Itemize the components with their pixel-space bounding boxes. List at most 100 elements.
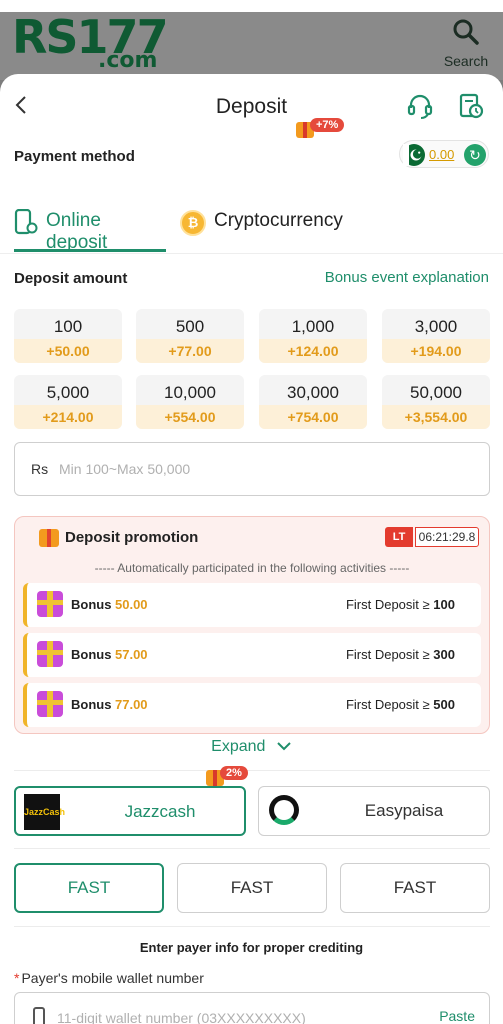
- gift-box-icon: [37, 691, 63, 717]
- deposit-promotion-panel: Deposit promotion LT 06:21:29.8 ----- Au…: [14, 516, 490, 734]
- promotion-rule: Bonus 77.00 First Deposit ≥ 500: [23, 683, 481, 727]
- clock-document-icon: [459, 93, 484, 119]
- promotion-title: Deposit promotion: [65, 529, 199, 546]
- bonus-explanation-link[interactable]: Bonus event explanation: [325, 269, 489, 286]
- tab-crypto-label: Cryptocurrency: [214, 210, 343, 231]
- refresh-icon[interactable]: ↻: [464, 144, 486, 166]
- balance-pill[interactable]: 0.00 ↻: [399, 140, 489, 168]
- amount-bonus: +554.00: [136, 405, 244, 429]
- payment-method-label: Payment method: [14, 148, 135, 165]
- bonus-label: Bonus: [71, 647, 112, 662]
- condition-threshold: 500: [433, 697, 455, 712]
- channel-easypaisa[interactable]: Easypaisa: [258, 786, 490, 836]
- rule-condition: First Deposit ≥ 500: [346, 697, 455, 712]
- phone-icon: [14, 209, 38, 235]
- amount-input[interactable]: [59, 457, 459, 481]
- currency-label: Rs: [31, 461, 49, 477]
- amount-bonus: +3,554.00: [382, 405, 490, 429]
- gift-icon: [39, 529, 59, 547]
- expand-button[interactable]: Expand: [0, 738, 503, 756]
- amount-option[interactable]: 30,000 +754.00: [259, 375, 367, 429]
- amount-bonus: +124.00: [259, 339, 367, 363]
- channel-name: Jazzcash: [124, 802, 196, 821]
- history-button[interactable]: [457, 92, 485, 120]
- condition-threshold: 100: [433, 597, 455, 612]
- amount-input-field[interactable]: Rs: [14, 442, 490, 496]
- amount-bonus: +50.00: [14, 339, 122, 363]
- payer-info-title: Enter payer info for proper crediting: [139, 940, 364, 955]
- search-icon: [453, 19, 479, 45]
- amount-option[interactable]: 500 +77.00: [136, 309, 244, 363]
- bonus-value: 57.00: [115, 647, 148, 662]
- headset-icon: [407, 94, 433, 119]
- speed-option[interactable]: FAST: [340, 863, 490, 913]
- countdown-value: 06:21:29.8: [415, 527, 479, 547]
- jazzcash-bonus-percent: 2%: [220, 766, 248, 780]
- condition-text: First Deposit ≥: [345, 597, 430, 612]
- balance-amount: 0.00: [429, 147, 455, 162]
- paste-button[interactable]: Paste: [439, 1008, 475, 1024]
- amount-bonus: +194.00: [382, 339, 490, 363]
- logo-tld: .com: [98, 48, 158, 73]
- support-button[interactable]: [406, 92, 434, 120]
- deposit-amount-header: Deposit amount Bonus event explanation: [0, 254, 503, 298]
- wallet-label-text: Payer's mobile wallet number: [21, 970, 204, 986]
- bonus-label: Bonus: [71, 697, 112, 712]
- promotion-subtitle: ----- Automatically participated in the …: [94, 561, 410, 575]
- payment-method-row: Payment method 0.00 ↻: [0, 138, 503, 188]
- site-logo[interactable]: RS177 .com: [12, 14, 169, 73]
- bitcoin-icon: ₿: [180, 210, 206, 236]
- amount-value: 10,000: [164, 383, 216, 402]
- amount-value: 5,000: [46, 383, 90, 402]
- tab-online-label: Online deposit: [46, 210, 108, 253]
- divider: [14, 926, 490, 927]
- gift-box-icon: [37, 591, 63, 617]
- channel-jazzcash[interactable]: JazzCash Jazzcash: [14, 786, 246, 836]
- amount-value: 1,000: [291, 317, 335, 336]
- promotion-rule: Bonus 50.00 First Deposit ≥ 100: [23, 583, 481, 627]
- amount-value: 50,000: [410, 383, 462, 402]
- divider: [14, 770, 490, 771]
- limited-time-tag: LT: [385, 527, 413, 547]
- rule-condition: First Deposit ≥ 100: [346, 597, 455, 612]
- gift-box-icon: [37, 641, 63, 667]
- amount-value: 100: [53, 317, 83, 336]
- condition-text: First Deposit ≥: [345, 697, 430, 712]
- tab-cryptocurrency[interactable]: ₿ Cryptocurrency: [180, 200, 355, 252]
- deposit-type-tabs: Online deposit ₿ Cryptocurrency: [0, 188, 503, 254]
- wallet-input-field[interactable]: Paste: [14, 992, 490, 1024]
- amount-value: 500: [175, 317, 205, 336]
- speed-option[interactable]: FAST: [14, 863, 164, 913]
- nav-bar: Deposit: [0, 74, 503, 138]
- bonus-value: 77.00: [115, 697, 148, 712]
- easypaisa-logo: [269, 795, 299, 825]
- amount-option[interactable]: 100 +50.00: [14, 309, 122, 363]
- amount-option[interactable]: 5,000 +214.00: [14, 375, 122, 429]
- required-mark: *: [14, 970, 20, 986]
- background-header: RS177 .com Search: [0, 0, 503, 80]
- deposit-amount-label: Deposit amount: [14, 270, 128, 287]
- condition-text: First Deposit ≥: [345, 647, 430, 662]
- bonus-label: Bonus: [71, 597, 112, 612]
- tab-online-deposit[interactable]: Online deposit: [14, 200, 166, 253]
- search-label: Search: [443, 53, 489, 69]
- amount-value: 3,000: [414, 317, 458, 336]
- search-button[interactable]: Search: [441, 18, 491, 69]
- bonus-value: 50.00: [115, 597, 148, 612]
- amount-option[interactable]: 3,000 +194.00: [382, 309, 490, 363]
- phone-icon: [33, 1007, 45, 1024]
- chevron-down-icon: [277, 742, 291, 751]
- wallet-field-label: * Payer's mobile wallet number: [14, 970, 204, 986]
- amount-bonus: +214.00: [14, 405, 122, 429]
- wallet-number-input[interactable]: [57, 1006, 427, 1024]
- amount-option[interactable]: 10,000 +554.00: [136, 375, 244, 429]
- condition-threshold: 300: [433, 647, 455, 662]
- amount-option[interactable]: 1,000 +124.00: [259, 309, 367, 363]
- amount-value: 30,000: [287, 383, 339, 402]
- divider: [14, 848, 490, 849]
- amount-bonus: +77.00: [136, 339, 244, 363]
- speed-option[interactable]: FAST: [177, 863, 327, 913]
- promotion-rule: Bonus 57.00 First Deposit ≥ 300: [23, 633, 481, 677]
- amount-option[interactable]: 50,000 +3,554.00: [382, 375, 490, 429]
- rule-condition: First Deposit ≥ 300: [346, 647, 455, 662]
